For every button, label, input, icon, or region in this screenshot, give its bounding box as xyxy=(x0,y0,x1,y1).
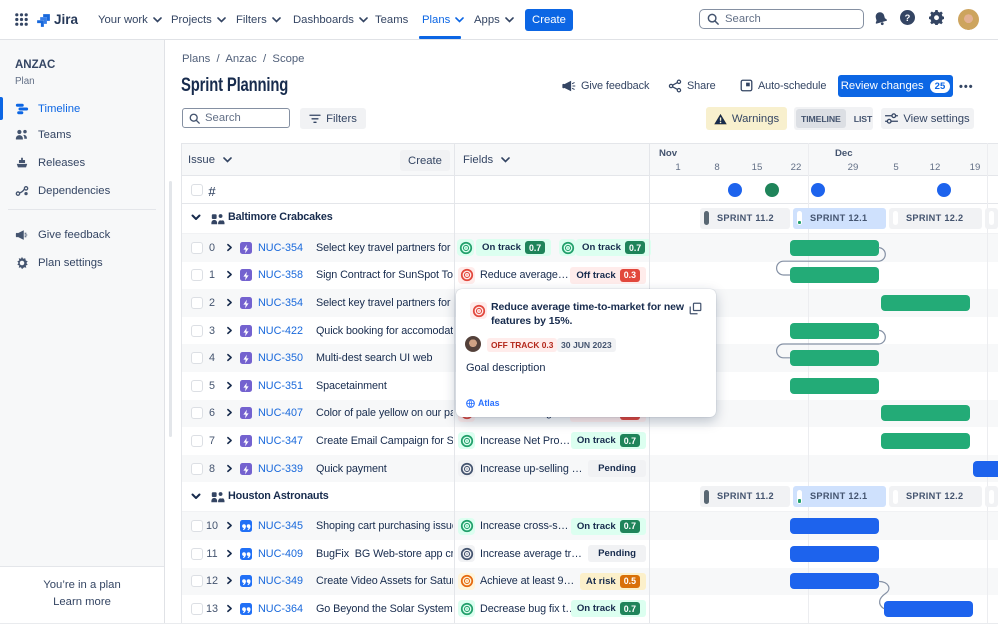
svg-text:?: ? xyxy=(905,13,911,23)
